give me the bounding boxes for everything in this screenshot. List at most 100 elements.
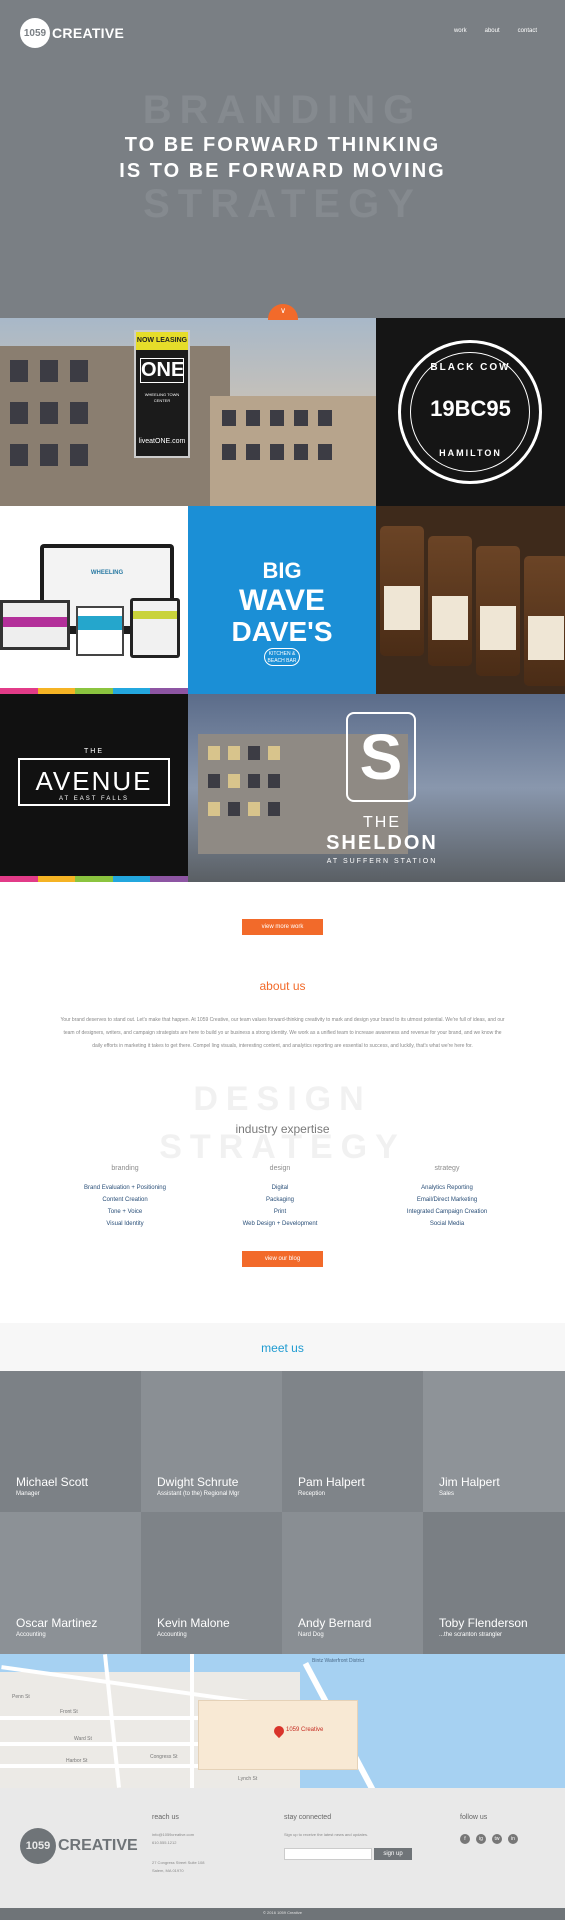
expertise-heading: branding (111, 1165, 139, 1172)
jar-image (476, 546, 520, 676)
expertise-column-strategy: strategy Analytics Reporting Email/Direc… (377, 1165, 517, 1230)
sign-up-button[interactable]: sign up (374, 1848, 412, 1860)
team-member-pam-halpert[interactable]: Pam Halpert Reception (282, 1371, 423, 1512)
member-name: Dwight Schrute (157, 1475, 239, 1489)
stay-connected-text: Sign up to receive the latest news and u… (284, 1832, 369, 1837)
expertise-item: Brand Evaluation + Positioning (84, 1185, 166, 1191)
portfolio-grid: NOW LEASING ONE WHEELING TOWN CENTER liv… (0, 318, 565, 882)
nav-about[interactable]: about (485, 28, 500, 34)
team-member-toby-flenderson[interactable]: Toby Flenderson ...the scranton strangle… (423, 1512, 565, 1654)
map-river (0, 1654, 565, 1672)
map-pin-label: 1059 Creative (286, 1727, 324, 1733)
expertise-item: Email/Direct Marketing (416, 1197, 478, 1203)
portfolio-sheldon[interactable]: S THE SHELDON AT SUFFERN STATION (188, 694, 565, 882)
team-member-jim-halpert[interactable]: Jim Halpert Sales (423, 1371, 565, 1512)
portfolio-spice-jars[interactable] (376, 506, 565, 694)
street-label: Bintz Waterfront District (312, 1658, 365, 1664)
bwd-badge: KITCHEN & BEACH BAR (264, 648, 300, 666)
jar-image (380, 526, 424, 656)
expertise-item: Digital (271, 1185, 289, 1191)
street-label: Lynch St (238, 1776, 258, 1782)
footer-phone[interactable]: 610.555.1212 (152, 1840, 176, 1845)
portfolio-black-cow[interactable]: BLACK COW 19BC95 HAMILTON (376, 318, 565, 506)
team-member-kevin-malone[interactable]: Kevin Malone Accounting (141, 1512, 282, 1654)
member-name: Kevin Malone (157, 1616, 230, 1630)
team-member-michael-scott[interactable]: Michael Scott Manager (0, 1371, 141, 1512)
hero: 1059 CREATIVE work about contact BRANDIN… (0, 0, 565, 318)
portfolio-wheeling-web[interactable]: WHEELING (0, 506, 188, 694)
member-role: Manager (16, 1491, 40, 1497)
expertise-item: Content Creation (102, 1197, 148, 1203)
member-role: ...the scranton strangler (439, 1632, 503, 1638)
street-label: Penn St (12, 1694, 30, 1700)
location-map[interactable]: 1059 Creative Penn St Front St Ward St H… (0, 1654, 565, 1788)
footer-logo-badge: 1059 (20, 1828, 56, 1864)
bwd-word-1: BIG (262, 558, 302, 583)
expertise-heading: design (269, 1165, 291, 1172)
team-member-andy-bernard[interactable]: Andy Bernard Nard Dog (282, 1512, 423, 1654)
expertise-item: Visual Identity (106, 1221, 144, 1227)
member-role: Assistant (to the) Regional Mgr (157, 1491, 240, 1497)
phone-mockup (76, 606, 124, 656)
member-name: Andy Bernard (298, 1616, 372, 1630)
site-logo[interactable]: 1059 CREATIVE (20, 18, 124, 48)
logo-word: CREATIVE (52, 25, 125, 41)
laptop-mockup (0, 600, 70, 650)
jar-image (524, 556, 565, 686)
nav-contact[interactable]: contact (518, 28, 537, 34)
member-role: Nard Dog (298, 1632, 324, 1638)
expertise-item: Tone + Voice (107, 1209, 143, 1215)
expertise-item: Integrated Campaign Creation (406, 1209, 488, 1215)
expertise-column-design: design Digital Packaging Print Web Desig… (210, 1165, 350, 1230)
main-nav: work about contact (454, 28, 537, 34)
linkedin-icon[interactable]: in (508, 1834, 518, 1844)
view-more-work-button[interactable]: view more work (242, 919, 323, 935)
black-cow-title: BLACK COW (430, 362, 511, 373)
expertise-heading: strategy (434, 1165, 460, 1172)
expertise-item: Print (273, 1209, 287, 1215)
street-label: Front St (60, 1709, 78, 1715)
newsletter-email-input[interactable] (284, 1848, 372, 1860)
street-label: Harbor St (66, 1758, 88, 1764)
footer-address-2: Salem, MA 01970 (152, 1868, 184, 1873)
one-name: ONE (140, 358, 185, 383)
sheldon-the: THE (363, 814, 401, 831)
one-sub: WHEELING TOWN CENTER (144, 392, 180, 403)
twitter-icon[interactable]: tw (492, 1834, 502, 1844)
avenue-the: THE (84, 748, 104, 755)
black-cow-monogram: 19BC95 (430, 396, 511, 421)
hero-ghost-strategy: STRATEGY (143, 182, 422, 226)
expertise-column-branding: branding Brand Evaluation + Positioning … (55, 1165, 195, 1230)
about-title: about us (259, 979, 306, 993)
bwd-word-3: DAVE'S (231, 616, 333, 647)
sheldon-sub: AT SUFFERN STATION (326, 858, 438, 865)
view-our-blog-button[interactable]: view our blog (242, 1251, 323, 1267)
team-member-dwight-schrute[interactable]: Dwight Schrute Assistant (to the) Region… (141, 1371, 282, 1512)
portfolio-one-wheeling[interactable]: NOW LEASING ONE WHEELING TOWN CENTER liv… (0, 318, 376, 506)
footer-email[interactable]: info@1059creative.com (152, 1832, 194, 1837)
portfolio-avenue[interactable]: THE AVENUE AT EAST FALLS (0, 694, 188, 882)
site-footer: 1059 CREATIVE reach us info@1059creative… (0, 1788, 565, 1908)
footer-logo-word: CREATIVE (58, 1837, 138, 1854)
hero-tagline-line2: IS TO BE FORWARD MOVING (119, 160, 446, 182)
stay-connected-title: stay connected (284, 1814, 332, 1821)
building-image (0, 346, 230, 506)
expertise-title: industry expertise (235, 1122, 330, 1136)
member-role: Reception (298, 1491, 326, 1497)
member-name: Toby Flenderson (439, 1616, 528, 1630)
one-url: liveatONE.com (138, 438, 186, 445)
footer-address-1: 27 Congress Street Suite 108 (152, 1860, 205, 1865)
footer-logo[interactable]: 1059 CREATIVE (20, 1828, 138, 1864)
team-member-oscar-martinez[interactable]: Oscar Martinez Accounting (0, 1512, 141, 1654)
nav-work[interactable]: work (454, 28, 467, 34)
member-role: Accounting (16, 1632, 46, 1638)
hero-tagline-line1: TO BE FORWARD THINKING (124, 134, 441, 156)
one-sign: NOW LEASING ONE WHEELING TOWN CENTER liv… (134, 330, 190, 458)
black-cow-city: HAMILTON (439, 448, 502, 458)
instagram-icon[interactable]: ig (476, 1834, 486, 1844)
facebook-icon[interactable]: f (460, 1834, 470, 1844)
expertise-item: Social Media (429, 1221, 465, 1227)
member-name: Pam Halpert (298, 1475, 365, 1489)
portfolio-big-wave-daves[interactable]: BIG WAVE DAVE'S KITCHEN & BEACH BAR (188, 506, 376, 694)
sheldon-name: SHELDON (326, 832, 438, 854)
